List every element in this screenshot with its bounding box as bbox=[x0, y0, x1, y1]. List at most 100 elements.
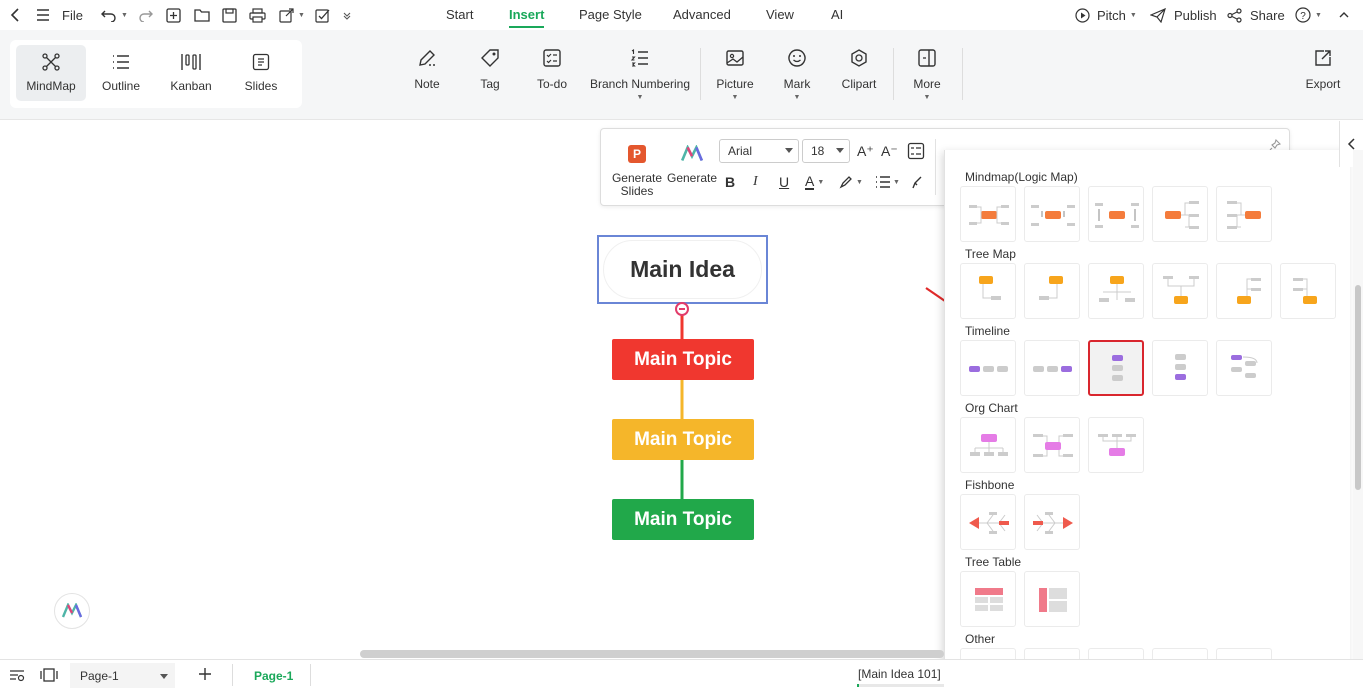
generate-label: Generate bbox=[666, 171, 718, 185]
section-title: Tree Table bbox=[965, 555, 1022, 569]
layout-preview-icon bbox=[1039, 588, 1067, 612]
section-title: Org Chart bbox=[965, 401, 1018, 415]
layout-option[interactable] bbox=[960, 186, 1016, 242]
layout-preview-icon bbox=[969, 512, 1009, 534]
underline-button[interactable]: U bbox=[779, 174, 789, 190]
status-bar: Page-1 Page-1 [Main Idea 101] bbox=[0, 659, 1363, 690]
layout-option[interactable] bbox=[960, 263, 1016, 319]
section-title: Fishbone bbox=[965, 478, 1015, 492]
layout-panel: Mindmap(Logic Map) Tree Map Timeline Org… bbox=[944, 150, 1350, 690]
layout-option[interactable] bbox=[1216, 263, 1272, 319]
layout-preview-icon bbox=[975, 588, 1003, 611]
layout-option[interactable] bbox=[960, 571, 1016, 627]
page-select-value: Page-1 bbox=[80, 668, 119, 683]
generate-button[interactable]: Generate bbox=[667, 145, 717, 185]
layout-option[interactable] bbox=[1024, 263, 1080, 319]
page-tab[interactable]: Page-1 bbox=[254, 669, 293, 683]
layout-option[interactable] bbox=[1152, 340, 1208, 396]
section-title: Tree Map bbox=[965, 247, 1016, 261]
layout-option-selected[interactable] bbox=[1088, 340, 1144, 396]
layout-option[interactable] bbox=[1216, 340, 1272, 396]
ai-logo-icon bbox=[680, 145, 704, 162]
layout-option[interactable] bbox=[1088, 263, 1144, 319]
increase-font-button[interactable]: A⁺ bbox=[857, 143, 874, 160]
main-idea-text: Main Idea bbox=[603, 240, 762, 299]
section-title: Mindmap(Logic Map) bbox=[965, 170, 1078, 184]
layout-option[interactable] bbox=[1024, 340, 1080, 396]
progress-track bbox=[857, 684, 944, 687]
main-topic-node[interactable]: Main Topic bbox=[612, 499, 754, 540]
font-size-value: 18 bbox=[811, 144, 825, 158]
layout-preview-icon bbox=[1112, 355, 1123, 381]
layout-preview-icon bbox=[1293, 278, 1317, 304]
layout-preview-icon bbox=[1033, 366, 1072, 372]
section-title: Timeline bbox=[965, 324, 1010, 338]
main-idea-node[interactable]: Main Idea bbox=[597, 235, 768, 304]
page-select[interactable]: Page-1 bbox=[70, 663, 175, 688]
add-page-button[interactable] bbox=[198, 667, 212, 681]
powerpoint-icon: P bbox=[628, 145, 646, 163]
layout-option[interactable] bbox=[1088, 186, 1144, 242]
settings-list-icon bbox=[10, 670, 25, 682]
font-color-button[interactable]: A ▼ bbox=[805, 174, 824, 190]
progress-fill bbox=[857, 684, 859, 687]
layout-option[interactable] bbox=[1024, 186, 1080, 242]
layout-preview-icon bbox=[1237, 278, 1261, 304]
layout-preview-icon bbox=[1033, 434, 1073, 457]
layout-preview-icon bbox=[1098, 434, 1136, 456]
layout-preview-icon bbox=[1039, 276, 1063, 300]
layout-option[interactable] bbox=[1216, 186, 1272, 242]
bold-button[interactable]: B bbox=[725, 174, 735, 190]
font-size-select[interactable]: 18 bbox=[802, 139, 850, 163]
highlighter-icon bbox=[839, 176, 852, 189]
page-layout-icon bbox=[40, 668, 58, 682]
section-title: Other bbox=[965, 632, 996, 646]
layout-preview-icon bbox=[1033, 512, 1073, 534]
canvas-horizontal-scrollbar[interactable] bbox=[360, 650, 944, 658]
font-color-label: A bbox=[805, 173, 815, 190]
layout-preview-icon bbox=[969, 205, 1009, 225]
layout-option[interactable] bbox=[1024, 417, 1080, 473]
layout-option[interactable] bbox=[960, 417, 1016, 473]
main-topic-node[interactable]: Main Topic bbox=[612, 339, 754, 380]
text-style-button[interactable] bbox=[907, 142, 925, 160]
page-view-button[interactable] bbox=[40, 668, 58, 682]
font-family-select[interactable]: Arial bbox=[719, 139, 799, 163]
ai-assistant-button[interactable] bbox=[54, 593, 90, 629]
layout-option[interactable] bbox=[1152, 186, 1208, 242]
main-topic-node[interactable]: Main Topic bbox=[612, 419, 754, 460]
layout-option[interactable] bbox=[1088, 417, 1144, 473]
generate-slides-label: Generate Slides bbox=[611, 171, 663, 198]
minus-icon bbox=[679, 308, 685, 310]
layout-preview-icon bbox=[1165, 201, 1199, 229]
layout-preview-icon bbox=[970, 434, 1008, 456]
layout-preview-icon bbox=[969, 366, 1008, 372]
toolbar-divider bbox=[935, 139, 936, 195]
layout-preview-icon bbox=[1231, 355, 1258, 378]
decrease-font-button[interactable]: A⁻ bbox=[881, 143, 898, 160]
layout-preview-icon bbox=[1031, 205, 1075, 226]
layout-option[interactable] bbox=[960, 340, 1016, 396]
bullet-list-button[interactable]: ▼ bbox=[875, 175, 900, 189]
highlight-button[interactable]: ▼ bbox=[839, 175, 863, 189]
layout-option[interactable] bbox=[1152, 263, 1208, 319]
list-icon bbox=[876, 176, 890, 188]
generate-slides-button[interactable]: P Generate Slides bbox=[611, 145, 663, 198]
layout-preview-icon bbox=[1095, 203, 1139, 228]
style-list-icon bbox=[907, 142, 925, 160]
collapse-branch-button[interactable] bbox=[675, 302, 689, 316]
layout-preview-icon bbox=[1227, 201, 1261, 229]
layout-option[interactable] bbox=[1024, 494, 1080, 550]
layout-option[interactable] bbox=[1024, 571, 1080, 627]
selection-info: [Main Idea 101] bbox=[858, 667, 941, 681]
layout-option[interactable] bbox=[1280, 263, 1336, 319]
italic-button[interactable]: I bbox=[753, 174, 758, 190]
scrollbar-thumb[interactable] bbox=[1355, 285, 1361, 490]
layout-preview-icon bbox=[1099, 276, 1135, 302]
page-settings-button[interactable] bbox=[9, 668, 25, 682]
chevron-left-icon bbox=[1347, 138, 1355, 150]
panel-scrollbar[interactable] bbox=[1353, 150, 1363, 690]
format-painter-button[interactable] bbox=[909, 175, 923, 189]
layout-preview-icon bbox=[979, 276, 1001, 300]
layout-option[interactable] bbox=[960, 494, 1016, 550]
